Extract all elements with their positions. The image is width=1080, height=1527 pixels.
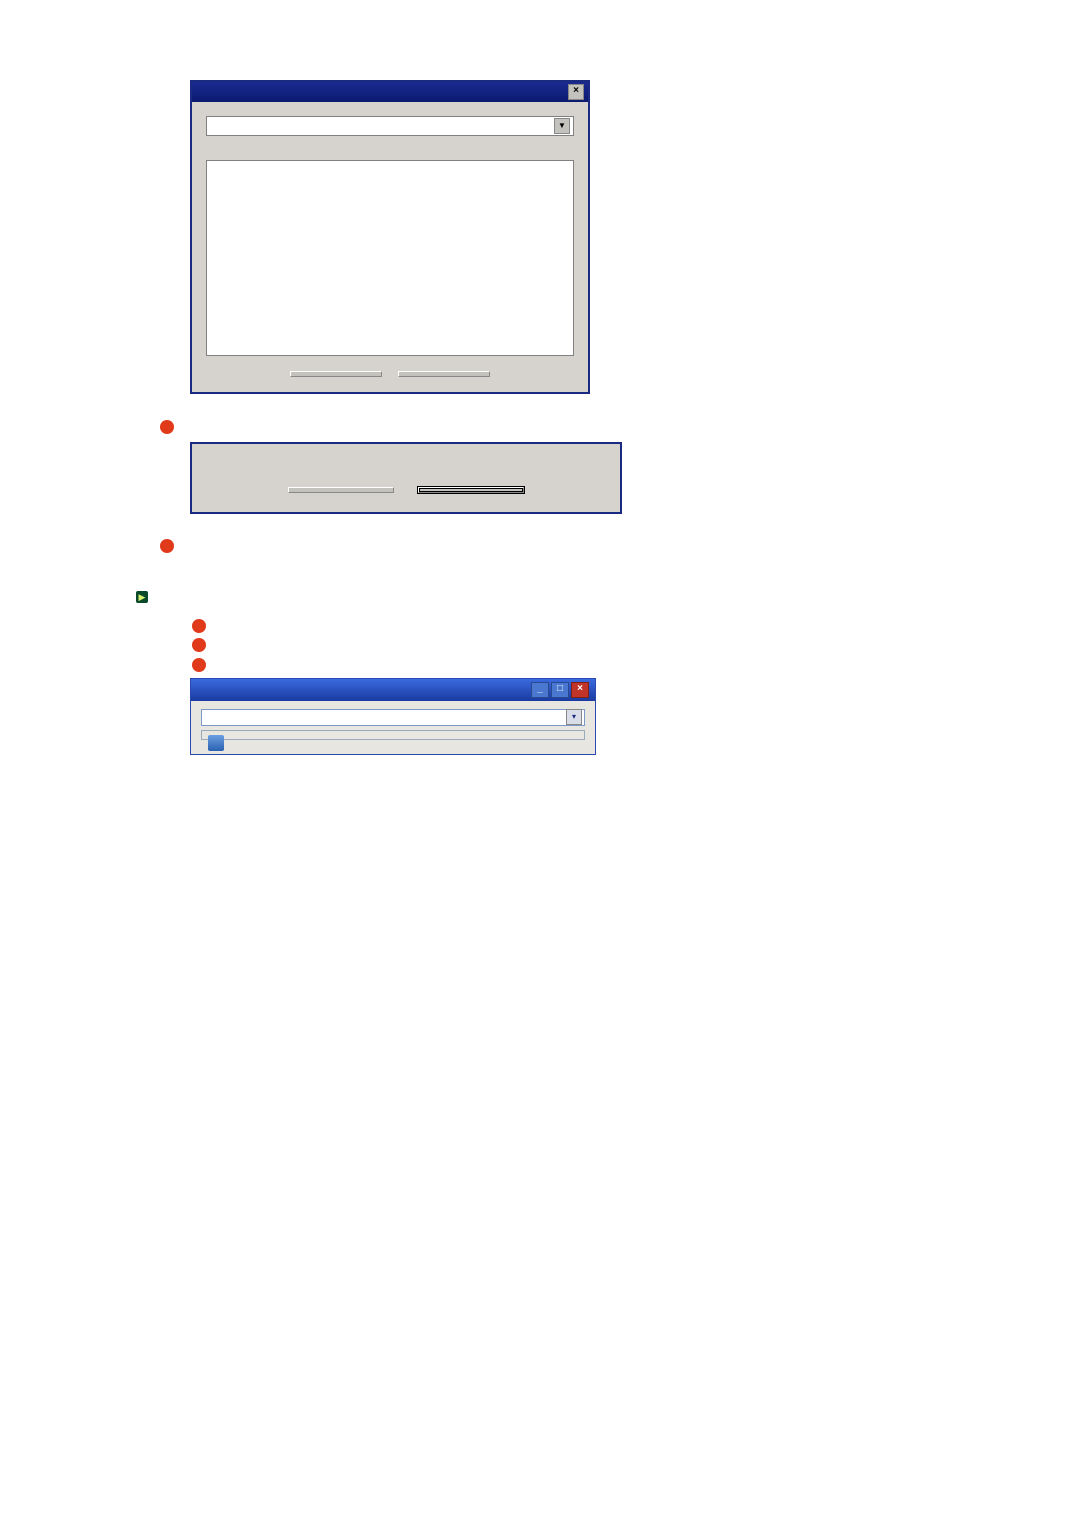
step-badge-3 — [192, 658, 206, 672]
step-3 — [192, 656, 950, 672]
close-icon[interactable]: × — [571, 682, 589, 698]
monitor-list[interactable] — [206, 160, 574, 356]
warning-dialog[interactable] — [190, 442, 622, 514]
monitor-icon — [208, 735, 224, 751]
dialog-body: ▼ — [192, 102, 588, 392]
chevron-down-icon[interactable]: ▾ — [566, 709, 582, 725]
step-4 — [160, 418, 950, 434]
window-controls: _ □ × — [531, 682, 589, 698]
me98-setup-dialog[interactable]: × ▼ — [190, 80, 590, 394]
close-icon[interactable]: × — [568, 84, 584, 100]
xp-setup-dialog[interactable]: _ □ × ▾ — [190, 678, 596, 755]
adapter-dropdown[interactable]: ▾ — [201, 709, 585, 726]
step-2 — [192, 637, 950, 653]
arrow-icon: ▶ — [136, 591, 148, 603]
step-badge-1 — [192, 619, 206, 633]
dialog-titlebar: × — [192, 82, 588, 102]
cancel-button[interactable] — [288, 487, 394, 493]
dialog-titlebar: _ □ × — [191, 679, 595, 701]
step-1 — [192, 617, 950, 633]
step-badge-5 — [160, 539, 174, 553]
chevron-down-icon[interactable]: ▼ — [554, 118, 570, 134]
step-badge-4 — [160, 420, 174, 434]
current-monitor-group — [201, 730, 585, 740]
adapter-dropdown[interactable]: ▼ — [206, 116, 574, 136]
maximize-icon[interactable]: □ — [551, 682, 569, 698]
section-heading-xp: ▶ — [136, 588, 950, 603]
button-row — [208, 484, 604, 496]
step-badge-2 — [192, 638, 206, 652]
install-button[interactable] — [418, 487, 524, 493]
step-5 — [160, 538, 950, 554]
dialog-body: ▾ — [191, 701, 595, 754]
button-row — [206, 368, 574, 380]
ok-button[interactable] — [398, 371, 490, 377]
minimize-icon[interactable]: _ — [531, 682, 549, 698]
cancel-button[interactable] — [290, 371, 382, 377]
